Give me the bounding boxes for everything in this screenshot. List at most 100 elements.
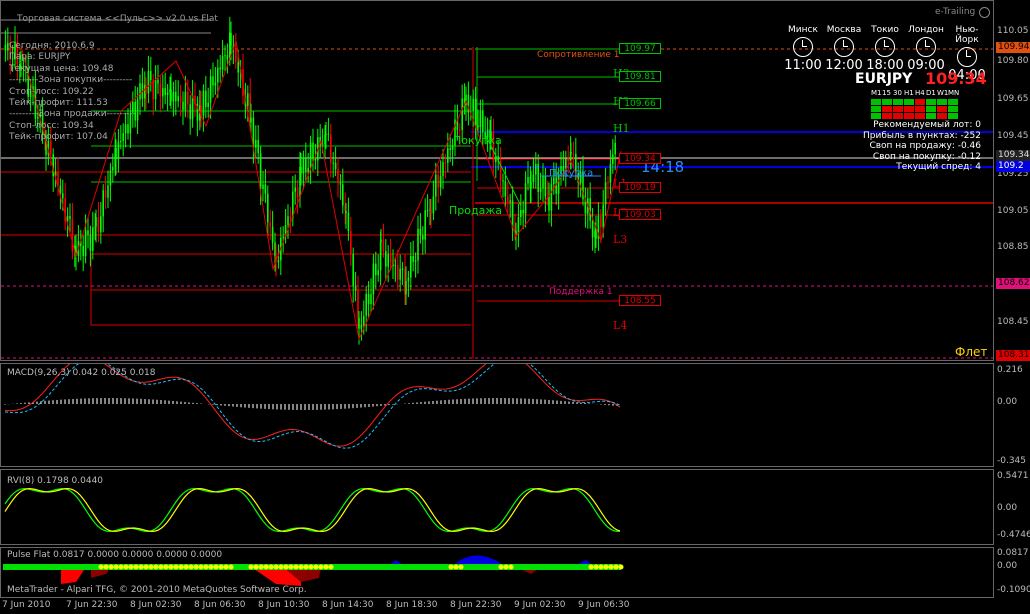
timeframe-label: 15 <box>882 89 891 97</box>
price-chart-pane[interactable]: Торговая система <<Пульс>> v2.0 vs Flat … <box>0 0 994 361</box>
candle-body <box>124 124 127 134</box>
time-axis-label: 8 Jun 02:30 <box>130 600 182 610</box>
candle-body <box>550 184 553 211</box>
info-line: Пара: EURJPY <box>9 52 71 63</box>
candle-body <box>147 71 150 94</box>
price-axis: 110.05 109.80 109.65 109.45 109.25 109.05 108.… <box>994 0 1030 361</box>
candle-body <box>397 265 399 280</box>
timeframe-cell <box>937 106 947 112</box>
clock-hand <box>925 46 930 47</box>
candle-body <box>179 96 182 102</box>
stat-line: Своп на продажу: -0.46 <box>869 141 981 152</box>
candle-body <box>277 260 280 263</box>
time-axis-label: 8 Jun 06:30 <box>194 600 246 610</box>
price-tag: 108.62 <box>996 278 1030 289</box>
candle-body <box>221 55 224 70</box>
candle-body <box>289 216 292 219</box>
clock-3: Лондон 09:00 <box>905 25 947 73</box>
candle-body <box>479 110 482 128</box>
candle-body <box>154 79 157 100</box>
timeframe-cell <box>948 106 958 112</box>
candle-body <box>509 200 511 202</box>
candle-body <box>157 79 159 84</box>
pulse-dot <box>143 564 149 570</box>
candle-body <box>542 176 544 189</box>
pulse-dot <box>183 564 189 570</box>
price-axis-label: 109.45 <box>997 131 1029 141</box>
clock-hand <box>802 46 807 47</box>
candle-body <box>109 170 112 186</box>
timeframe-cell <box>926 113 936 119</box>
candle-body <box>87 230 89 235</box>
candle-body <box>507 196 509 202</box>
candle-body <box>92 227 94 251</box>
candle-body <box>426 210 429 212</box>
pulse-dot <box>503 564 509 570</box>
timeframe-cell <box>893 113 903 119</box>
candle-body <box>312 142 314 160</box>
rvi-pane[interactable]: RVI(8) 0.1798 0.0440 <box>0 469 994 545</box>
footer-copyright: MetaTrader - Alpari TFG, © 2001-2010 Met… <box>7 585 307 595</box>
pulse-dot <box>148 564 154 570</box>
pulse-dot <box>303 564 309 570</box>
candle-body <box>570 151 572 154</box>
candle-body <box>314 159 317 161</box>
pulse-dot <box>328 564 334 570</box>
timeframe-label: D1 <box>926 89 936 97</box>
candle-body <box>139 83 141 100</box>
candle-body <box>474 98 477 126</box>
pivot-label: H1 <box>613 122 630 135</box>
timeframe-cell <box>882 113 892 119</box>
timeframe-cell <box>915 113 925 119</box>
pulse-dot <box>273 564 279 570</box>
pulse-dot <box>278 564 284 570</box>
rvi-line <box>4 488 621 532</box>
pulse-dot <box>108 564 114 570</box>
candle-body <box>127 124 129 134</box>
macd-pane[interactable]: MACD(9,26,3) 0.042 0.025 0.018 <box>0 363 994 467</box>
candle-body <box>595 231 597 239</box>
pulse-flat-pane[interactable]: Pulse Flat 0.0817 0.0000 0.0000 0.0000 0… <box>0 547 994 598</box>
pivot-tag: 108.55 <box>619 295 661 306</box>
clock-city: Москва <box>826 25 862 35</box>
info-line: ---------Зона покупки--------- <box>9 75 133 86</box>
candle-body <box>537 163 539 192</box>
timeframe-cell <box>915 99 925 105</box>
time-axis-label: 8 Jun 22:30 <box>450 600 502 610</box>
candle-body <box>95 217 97 227</box>
pulse-dot <box>603 564 609 570</box>
timeframe-cell <box>904 99 914 105</box>
timeframe-cell <box>893 106 903 112</box>
eтrailing-label[interactable]: e-Trailing <box>935 7 975 17</box>
candle-body <box>300 166 302 174</box>
account-stats: Рекомендуемый лот: 0 Прибыль в пунктах: -… <box>863 120 981 173</box>
candle-body <box>548 196 550 211</box>
pulse-axis: 0.0817 0.00 -0.1090 <box>997 548 1030 595</box>
pulse-dot <box>323 564 329 570</box>
time-axis-label: 7 Jun 2010 <box>2 600 51 610</box>
candle-body <box>309 142 312 168</box>
pulse-dot <box>283 564 289 570</box>
time-axis-label: 8 Jun 10:30 <box>258 600 310 610</box>
candle-body <box>214 82 217 86</box>
pivot-tag: 109.03 <box>619 209 661 220</box>
timeframe-cell <box>904 113 914 119</box>
candle-body <box>330 134 332 163</box>
timeframe-label: MN <box>948 89 960 97</box>
pulse-dot <box>228 564 234 570</box>
pivot-label: L4 <box>613 319 628 332</box>
clock-1: Москва 12:00 <box>823 25 865 73</box>
candle-body <box>380 239 382 243</box>
candle-body <box>82 245 84 257</box>
pivot-tag: 109.34 <box>619 153 661 164</box>
candle-body <box>327 133 330 135</box>
pivot-tag: 109.66 <box>619 98 661 109</box>
candle-body <box>410 255 412 278</box>
candle-body <box>370 294 372 305</box>
candle-body <box>282 236 284 238</box>
candle-body <box>442 162 444 177</box>
candle-body <box>399 268 401 280</box>
stat-line: Прибыль в пунктах: -252 <box>862 130 981 141</box>
price-axis-label: 109.80 <box>997 56 1029 66</box>
candle-body <box>544 176 547 197</box>
